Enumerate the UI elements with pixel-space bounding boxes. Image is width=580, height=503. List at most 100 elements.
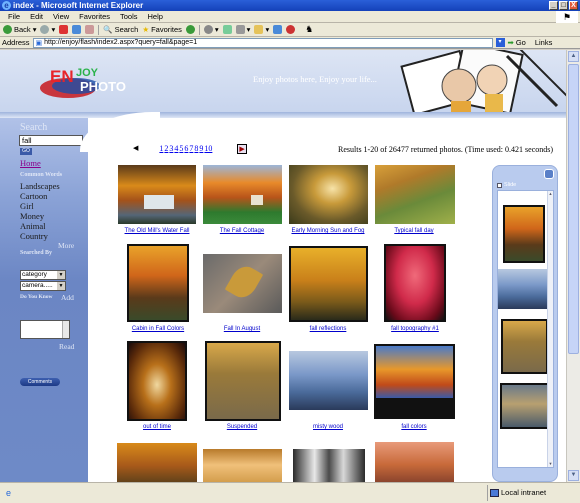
bridge-image: [503, 321, 546, 372]
word-link-animal[interactable]: Animal: [20, 221, 46, 231]
word-link-money[interactable]: Money: [20, 211, 44, 221]
photo-caption[interactable]: Early Morning Sun and Fog: [278, 228, 378, 234]
folder-button[interactable]: ▾: [254, 25, 269, 34]
photo-thumbnail[interactable]: [203, 449, 282, 482]
slide-collapse-button[interactable]: [544, 169, 554, 179]
photo-caption[interactable]: fall reflections: [278, 326, 378, 332]
photo-thumbnail[interactable]: [127, 341, 187, 421]
page-scrollbar[interactable]: ▲ ▼: [566, 50, 580, 482]
photo-caption[interactable]: Typical fall day: [364, 228, 464, 234]
photo-caption[interactable]: fall colors: [364, 424, 464, 430]
page-link-5[interactable]: 5: [179, 144, 183, 154]
photo-thumbnail[interactable]: [374, 344, 455, 419]
slide-thumbnail[interactable]: [503, 205, 545, 263]
read-link[interactable]: Read: [59, 342, 74, 351]
media-button[interactable]: [185, 25, 195, 34]
next-page-button[interactable]: ▶: [237, 144, 247, 154]
photo-thumbnail[interactable]: [289, 351, 368, 410]
scroll-down-arrow-icon[interactable]: ▼: [568, 470, 579, 481]
sidebar-search-input[interactable]: fall: [19, 135, 83, 146]
textarea-scrollbar[interactable]: [62, 321, 69, 338]
more-link[interactable]: More: [58, 241, 74, 250]
address-input[interactable]: ▣ http://enjoy/flash/index2.aspx?query=f…: [32, 37, 493, 48]
refresh-button[interactable]: [72, 25, 82, 34]
comments-button[interactable]: Comments: [20, 378, 60, 386]
menu-help[interactable]: Help: [148, 12, 163, 21]
page-link-1[interactable]: 1: [159, 144, 163, 154]
photo-thumbnail[interactable]: [203, 165, 282, 224]
forward-button[interactable]: ▾: [40, 25, 55, 34]
mail-button[interactable]: [222, 25, 232, 34]
photo-caption[interactable]: Fall In August: [192, 326, 292, 332]
photo-thumbnail[interactable]: [375, 165, 455, 224]
bridge-image: [207, 343, 279, 419]
page-link-8[interactable]: 8: [194, 144, 198, 154]
page-link-7[interactable]: 7: [189, 144, 193, 154]
photo-thumbnail[interactable]: [289, 165, 368, 224]
photo-thumbnail[interactable]: [127, 244, 189, 322]
messenger-button[interactable]: [286, 25, 296, 34]
slide-thumbnail[interactable]: [501, 319, 548, 374]
sidebar-go-button[interactable]: GO: [20, 148, 32, 155]
maximize-button[interactable]: □: [559, 1, 568, 10]
discuss-button[interactable]: [273, 25, 283, 34]
photo-thumbnail[interactable]: [384, 244, 446, 322]
photo-thumbnail[interactable]: [117, 443, 197, 482]
page-link-3[interactable]: 3: [169, 144, 173, 154]
photo-thumbnail[interactable]: [203, 254, 282, 313]
slide-checkbox[interactable]: [497, 182, 502, 188]
page-link-10[interactable]: 10: [204, 144, 212, 154]
menu-tools[interactable]: Tools: [120, 12, 138, 21]
scroll-down-arrow-icon[interactable]: ▼: [548, 461, 553, 467]
minimize-button[interactable]: _: [549, 1, 558, 10]
slide-scrollbar[interactable]: ▲ ▼: [547, 191, 553, 467]
back-button[interactable]: Back ▾: [3, 25, 36, 34]
favorites-button[interactable]: ★ Favorites: [142, 25, 182, 34]
home-button[interactable]: [85, 25, 95, 34]
photo-thumbnail[interactable]: [289, 246, 368, 322]
history-button[interactable]: ▾: [203, 25, 219, 34]
photo-caption[interactable]: The Fall Cottage: [192, 228, 292, 234]
scrollbar-thumb[interactable]: [568, 64, 579, 354]
research-button[interactable]: ♞: [305, 24, 313, 35]
prev-page-button[interactable]: ◀: [133, 144, 138, 154]
word-link-girl[interactable]: Girl: [20, 201, 34, 211]
do-you-know-textarea[interactable]: [20, 320, 70, 339]
page-link-9[interactable]: 9: [199, 144, 203, 154]
photo-thumbnail[interactable]: [293, 449, 365, 482]
address-dropdown-icon[interactable]: ▾: [495, 38, 505, 47]
close-button[interactable]: X: [569, 1, 578, 10]
page-link-4[interactable]: 4: [174, 144, 178, 154]
scroll-up-arrow-icon[interactable]: ▲: [568, 51, 579, 62]
print-button[interactable]: ▾: [235, 25, 250, 34]
word-link-landscapes[interactable]: Landscapes: [20, 181, 60, 191]
photo-thumbnail[interactable]: [375, 442, 454, 482]
slide-thumbnail[interactable]: [500, 383, 550, 429]
search-button[interactable]: 🔍 Search: [103, 25, 138, 34]
photo-thumbnail[interactable]: [205, 341, 281, 421]
go-button[interactable]: ➡ Go: [508, 38, 526, 47]
page-link-6[interactable]: 6: [184, 144, 188, 154]
add-link[interactable]: Add: [61, 293, 74, 302]
category-select[interactable]: category ▼: [20, 270, 66, 280]
menu-favorites[interactable]: Favorites: [79, 12, 110, 21]
links-button[interactable]: Links: [535, 38, 553, 47]
photo-caption[interactable]: misty wood: [278, 424, 378, 430]
word-link-cartoon[interactable]: Cartoon: [20, 191, 47, 201]
menu-edit[interactable]: Edit: [30, 12, 43, 21]
photo-caption[interactable]: fall topography #1: [365, 326, 465, 332]
photo-caption[interactable]: Suspended: [192, 424, 292, 430]
menu-file[interactable]: File: [8, 12, 20, 21]
search-label: Search: [114, 25, 139, 34]
menu-view[interactable]: View: [53, 12, 69, 21]
word-link-country[interactable]: Country: [20, 231, 48, 241]
camera-select[interactable]: camera..... ▼: [20, 281, 66, 291]
stop-button[interactable]: [59, 25, 69, 34]
home-link[interactable]: Home: [20, 158, 41, 168]
cottage-shape: [251, 195, 263, 205]
slide-thumbnail[interactable]: [498, 269, 548, 309]
photo-thumbnail[interactable]: [118, 165, 196, 224]
site-logo[interactable]: EN JOY PHOTO: [36, 58, 146, 104]
page-link-2[interactable]: 2: [164, 144, 168, 154]
scroll-up-arrow-icon[interactable]: ▲: [548, 191, 553, 197]
